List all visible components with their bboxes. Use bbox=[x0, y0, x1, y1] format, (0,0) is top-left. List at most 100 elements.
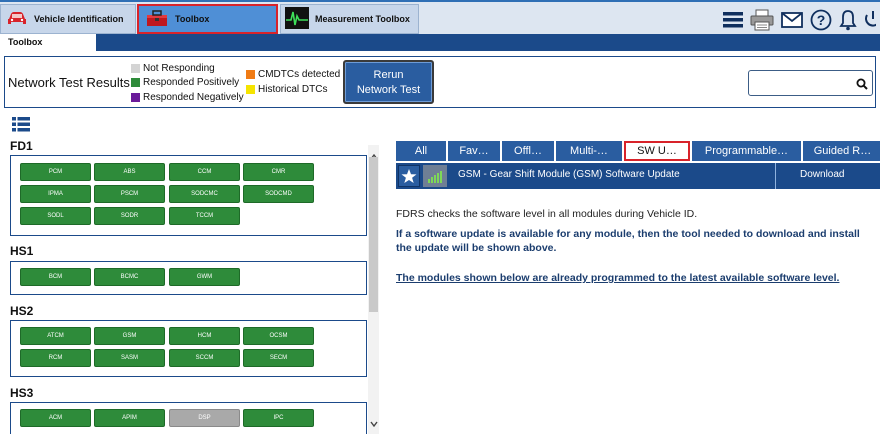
legend-not-responding: Not Responding bbox=[131, 63, 215, 74]
update-message-line2: the update will be shown above. bbox=[396, 242, 557, 254]
legend-historical-dtcs: Historical DTCs bbox=[246, 84, 327, 95]
sub-tab-bar: Toolbox bbox=[0, 34, 880, 51]
bell-icon[interactable] bbox=[839, 9, 857, 31]
module-button[interactable]: PSCM bbox=[94, 185, 165, 203]
group-title: HS3 bbox=[10, 386, 34, 400]
module-button[interactable]: DSP bbox=[169, 409, 240, 427]
legend-swatch bbox=[246, 70, 255, 79]
list-view-icon[interactable] bbox=[12, 117, 30, 137]
rerun-network-test-button[interactable]: Rerun Network Test bbox=[343, 60, 434, 104]
mail-icon[interactable] bbox=[781, 11, 803, 29]
printer-icon[interactable] bbox=[750, 9, 774, 31]
module-button[interactable]: SECM bbox=[243, 349, 314, 367]
sw-update-name: GSM - Gear Shift Module (GSM) Software U… bbox=[458, 169, 680, 180]
module-button[interactable]: IPMA bbox=[20, 185, 91, 203]
legend-swatch bbox=[131, 78, 140, 87]
power-icon[interactable] bbox=[864, 9, 876, 31]
car-icon bbox=[6, 9, 28, 29]
module-button[interactable]: RCM bbox=[20, 349, 91, 367]
filter-tab-guided-routines[interactable]: Guided R… bbox=[803, 141, 880, 161]
search-input[interactable] bbox=[753, 75, 853, 91]
network-test-panel: Network Test Results Not Responding Resp… bbox=[4, 56, 876, 108]
module-search bbox=[748, 70, 873, 96]
tab-label: Toolbox bbox=[175, 14, 210, 24]
legend-label: Responded Positively bbox=[143, 77, 240, 88]
fdrs-check-message: FDRS checks the software level in all mo… bbox=[396, 208, 698, 220]
module-button[interactable]: SODCMC bbox=[169, 185, 240, 203]
legend-swatch bbox=[246, 85, 255, 94]
module-button[interactable]: ABS bbox=[94, 163, 165, 181]
module-group-fd1: PCM ABS CCM CMR IPMA PSCM SODCMC SODCMD … bbox=[10, 155, 367, 236]
legend-label: CMDTCs detected bbox=[258, 69, 341, 80]
legend-label: Responded Negatively bbox=[143, 92, 244, 103]
module-button[interactable]: SCCM bbox=[169, 349, 240, 367]
module-button[interactable]: SODR bbox=[94, 207, 165, 225]
divider bbox=[775, 163, 776, 189]
group-title: HS2 bbox=[10, 304, 34, 318]
module-list-scrollbar[interactable] bbox=[368, 145, 379, 434]
rerun-label-line2: Network Test bbox=[356, 84, 421, 96]
sw-update-row[interactable]: GSM - Gear Shift Module (GSM) Software U… bbox=[396, 163, 880, 189]
update-available-message: If a software update is available for an… bbox=[396, 227, 878, 255]
filter-tab-offline[interactable]: Offl… bbox=[502, 141, 554, 161]
group-title: FD1 bbox=[10, 139, 33, 153]
legend-responded-negatively: Responded Negatively bbox=[131, 92, 244, 103]
tab-toolbox[interactable]: Toolbox bbox=[137, 4, 278, 34]
rerun-label-line1: Rerun bbox=[373, 69, 404, 81]
toolbox-icon bbox=[145, 8, 169, 30]
module-button[interactable]: BCMC bbox=[94, 268, 165, 286]
tab-vehicle-identification[interactable]: Vehicle Identification bbox=[0, 4, 136, 34]
tab-toolbox-sub[interactable]: Toolbox bbox=[0, 34, 96, 51]
filter-tab-bar: All Fav… Offl… Multi-… SW U… Programmabl… bbox=[396, 141, 880, 161]
module-button[interactable]: GWM bbox=[169, 268, 240, 286]
filter-tab-sw-updates[interactable]: SW U… bbox=[624, 141, 690, 161]
favorite-star-icon[interactable] bbox=[398, 165, 420, 187]
module-button[interactable]: APIM bbox=[94, 409, 165, 427]
scrollbar-thumb[interactable] bbox=[369, 157, 378, 312]
chevron-down-icon[interactable] bbox=[370, 414, 378, 432]
help-icon[interactable]: ? bbox=[810, 9, 832, 31]
module-button[interactable]: PCM bbox=[20, 163, 91, 181]
group-title: HS1 bbox=[10, 244, 34, 258]
filter-tab-programmable[interactable]: Programmable… bbox=[692, 141, 801, 161]
module-button[interactable]: HCM bbox=[169, 327, 240, 345]
legend-cmdtcs-detected: CMDTCs detected bbox=[246, 69, 340, 80]
module-button[interactable]: GSM bbox=[94, 327, 165, 345]
module-group-hs1: BCM BCMC GWM bbox=[10, 261, 367, 295]
search-icon[interactable] bbox=[856, 77, 868, 95]
svg-text:?: ? bbox=[817, 12, 826, 28]
module-button[interactable]: SODCMD bbox=[243, 185, 314, 203]
menu-icon[interactable] bbox=[723, 11, 743, 29]
legend-label: Historical DTCs bbox=[258, 84, 328, 95]
filter-tab-multi[interactable]: Multi-… bbox=[556, 141, 622, 161]
legend-responded-positively: Responded Positively bbox=[131, 77, 239, 88]
latest-software-link[interactable]: The modules shown below are already prog… bbox=[396, 272, 839, 284]
app-root: Vehicle Identification Toolbox Measureme… bbox=[0, 0, 880, 434]
module-group-hs2: ATCM GSM HCM OCSM RCM SASM SCCM SECM bbox=[10, 320, 367, 377]
module-button[interactable]: ATCM bbox=[20, 327, 91, 345]
tab-label: Vehicle Identification bbox=[34, 14, 124, 24]
module-list-pane: FD1 PCM ABS CCM CMR IPMA PSCM SODCMC SOD… bbox=[0, 136, 380, 434]
tab-measurement-toolbox[interactable]: Measurement Toolbox bbox=[280, 4, 419, 34]
module-button[interactable]: CCM bbox=[169, 163, 240, 181]
module-button[interactable]: OCSM bbox=[243, 327, 314, 345]
legend-label: Not Responding bbox=[143, 63, 215, 74]
filter-tab-all[interactable]: All bbox=[396, 141, 446, 161]
signal-strength-icon bbox=[423, 165, 447, 187]
network-test-title: Network Test Results bbox=[8, 75, 130, 90]
update-message-line1: If a software update is available for an… bbox=[396, 228, 860, 240]
tab-label: Measurement Toolbox bbox=[315, 14, 410, 24]
oscilloscope-icon bbox=[285, 7, 309, 31]
filter-tab-favorites[interactable]: Fav… bbox=[448, 141, 500, 161]
module-button[interactable]: ACM bbox=[20, 409, 91, 427]
module-button[interactable]: CMR bbox=[243, 163, 314, 181]
module-button[interactable]: BCM bbox=[20, 268, 91, 286]
module-group-hs3: ACM APIM DSP IPC bbox=[10, 402, 367, 434]
module-button[interactable]: SODL bbox=[20, 207, 91, 225]
top-tab-bar: Vehicle Identification Toolbox Measureme… bbox=[0, 0, 880, 34]
module-button[interactable]: TCCM bbox=[169, 207, 240, 225]
download-button[interactable]: Download bbox=[800, 169, 844, 180]
module-button[interactable]: SASM bbox=[94, 349, 165, 367]
module-button[interactable]: IPC bbox=[243, 409, 314, 427]
toolbar-icons: ? bbox=[723, 6, 876, 34]
